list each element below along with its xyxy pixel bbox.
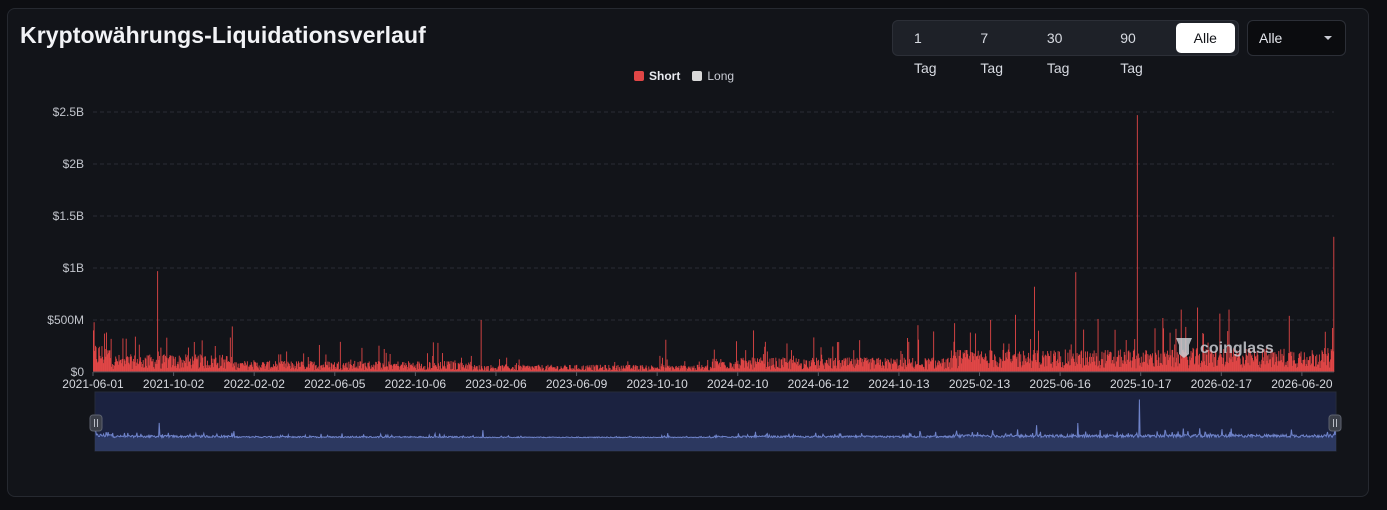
drag-handle-grip-icon: [1328, 414, 1342, 432]
short-bar: [665, 339, 667, 372]
short-bar: [480, 320, 482, 372]
short-bar: [1037, 330, 1039, 372]
x-tick-label: 2023-10-10: [626, 377, 688, 391]
x-tick-label: 2021-10-02: [143, 377, 205, 391]
short-bar: [339, 341, 341, 372]
y-tick-label: $2B: [63, 157, 84, 171]
short-bar: [753, 330, 755, 372]
short-bar: [160, 347, 162, 372]
x-tick-label: 2026-02-17: [1191, 377, 1253, 391]
data-zoom-handle-right[interactable]: [1328, 414, 1342, 432]
x-tick-label: 2025-02-13: [949, 377, 1011, 391]
x-tick-label: 2022-06-05: [304, 377, 366, 391]
x-tick-label: 2025-10-17: [1110, 377, 1172, 391]
short-bar: [1083, 329, 1085, 372]
x-tick-label: 2026-06-20: [1271, 377, 1333, 391]
short-bar: [659, 355, 661, 372]
drag-handle-grip-icon: [89, 414, 103, 432]
x-tick-label: 2024-06-12: [788, 377, 850, 391]
short-bar: [231, 326, 233, 372]
short-bar: [707, 359, 709, 372]
x-tick-label: 2022-10-06: [385, 377, 447, 391]
short-bar: [1097, 318, 1099, 372]
short-bar: [1030, 339, 1032, 372]
y-tick-label: $500M: [47, 313, 84, 327]
short-bar: [166, 337, 168, 372]
y-tick-label: $1.5B: [53, 209, 84, 223]
y-tick-label: $2.5B: [53, 105, 84, 119]
x-tick-label: 2022-02-02: [223, 377, 285, 391]
x-tick-label: 2024-02-10: [707, 377, 769, 391]
short-bar: [1333, 236, 1335, 372]
short-bar: [1075, 272, 1077, 372]
short-bar: [1114, 329, 1116, 372]
short-bar: [933, 331, 935, 372]
x-tick-label: 2023-02-06: [465, 377, 527, 391]
watermark-text: coinglass: [1200, 340, 1274, 357]
short-bar: [1136, 115, 1138, 373]
x-tick-label: 2021-06-01: [62, 377, 124, 391]
x-tick-label: 2025-06-16: [1029, 377, 1091, 391]
data-zoom-handle-left[interactable]: [89, 414, 103, 432]
y-tick-label: $1B: [63, 261, 84, 275]
x-tick-label: 2023-06-09: [546, 377, 608, 391]
x-tick-label: 2024-10-13: [868, 377, 930, 391]
short-bar: [318, 344, 320, 372]
liquidation-chart: $0$500M$1B$1.5B$2B$2.5B2021-06-01 2021-10…: [47, 105, 1342, 452]
data-zoom-base: [95, 438, 1336, 451]
short-bar: [764, 341, 766, 372]
